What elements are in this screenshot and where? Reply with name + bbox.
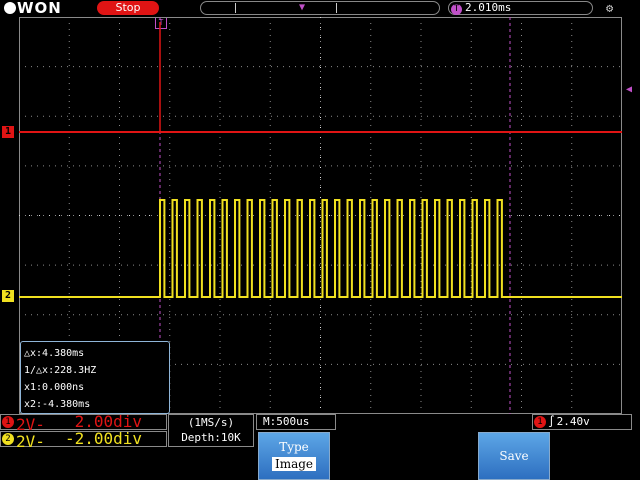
sample-rate: (1MS/s) bbox=[187, 416, 235, 429]
rising-edge-icon: ∫ bbox=[548, 415, 555, 428]
logo-o-icon bbox=[4, 2, 16, 14]
time-offset-display: T 2.010ms bbox=[448, 1, 593, 15]
ch2-status[interactable]: 2 2V- -2.00div bbox=[0, 429, 167, 450]
memory-depth: Depth:10K bbox=[181, 431, 241, 444]
trigger-time-icon: T bbox=[451, 4, 462, 15]
trigger-position-icon: ▼ bbox=[299, 2, 306, 13]
run-stop-button[interactable]: Stop bbox=[97, 1, 159, 15]
ch2-scale: -2.00div bbox=[64, 429, 142, 448]
timebase-display[interactable]: M:500us bbox=[256, 414, 336, 430]
type-option: Image bbox=[271, 457, 317, 471]
delta-x-readout: △x:4.380ms bbox=[24, 348, 85, 359]
ch1-badge-icon: 1 bbox=[2, 416, 14, 428]
trigger-position-bar: ▼ bbox=[200, 1, 440, 15]
ch1-offset-marker[interactable]: 1 bbox=[2, 126, 14, 138]
trigger-status[interactable]: 1 ∫ 2.40v bbox=[532, 414, 632, 430]
trigger-level-icon[interactable]: ◀ bbox=[626, 84, 632, 95]
cursor-measurement-panel: △x:4.380ms 1/△x:228.3HZ x1:0.000ns x2:-4… bbox=[20, 341, 170, 414]
top-bar: WON Stop ▼ T 2.010ms ⚙ bbox=[0, 0, 640, 17]
type-caption: Type bbox=[279, 440, 309, 454]
view-window bbox=[235, 3, 337, 13]
ch1-status[interactable]: 1 2V- 2.00div bbox=[0, 412, 167, 433]
usb-icon: ⚙ bbox=[606, 1, 614, 15]
save-softkey[interactable]: Save bbox=[478, 432, 550, 480]
inverse-delta-x-readout: 1/△x:228.3HZ bbox=[24, 365, 97, 376]
x2-readout: x2:-4.380ms bbox=[24, 399, 91, 410]
type-softkey[interactable]: Type Image bbox=[258, 432, 330, 480]
brand-logo: WON bbox=[4, 0, 62, 17]
trigger-level-value: 2.40v bbox=[556, 415, 590, 428]
time-offset-value: 2.010ms bbox=[465, 1, 512, 14]
trigger-source-icon: 1 bbox=[534, 416, 546, 428]
ch2-trace bbox=[19, 199, 622, 298]
x1-readout: x1:0.000ns bbox=[24, 382, 85, 393]
ch2-coupling: 2V- bbox=[16, 432, 45, 451]
acquisition-status: (1MS/s) Depth:10K bbox=[168, 414, 254, 447]
ch1-scale: 2.00div bbox=[74, 412, 142, 431]
ch2-offset-marker[interactable]: 2 bbox=[2, 290, 14, 302]
ch2-badge-icon: 2 bbox=[2, 433, 14, 445]
